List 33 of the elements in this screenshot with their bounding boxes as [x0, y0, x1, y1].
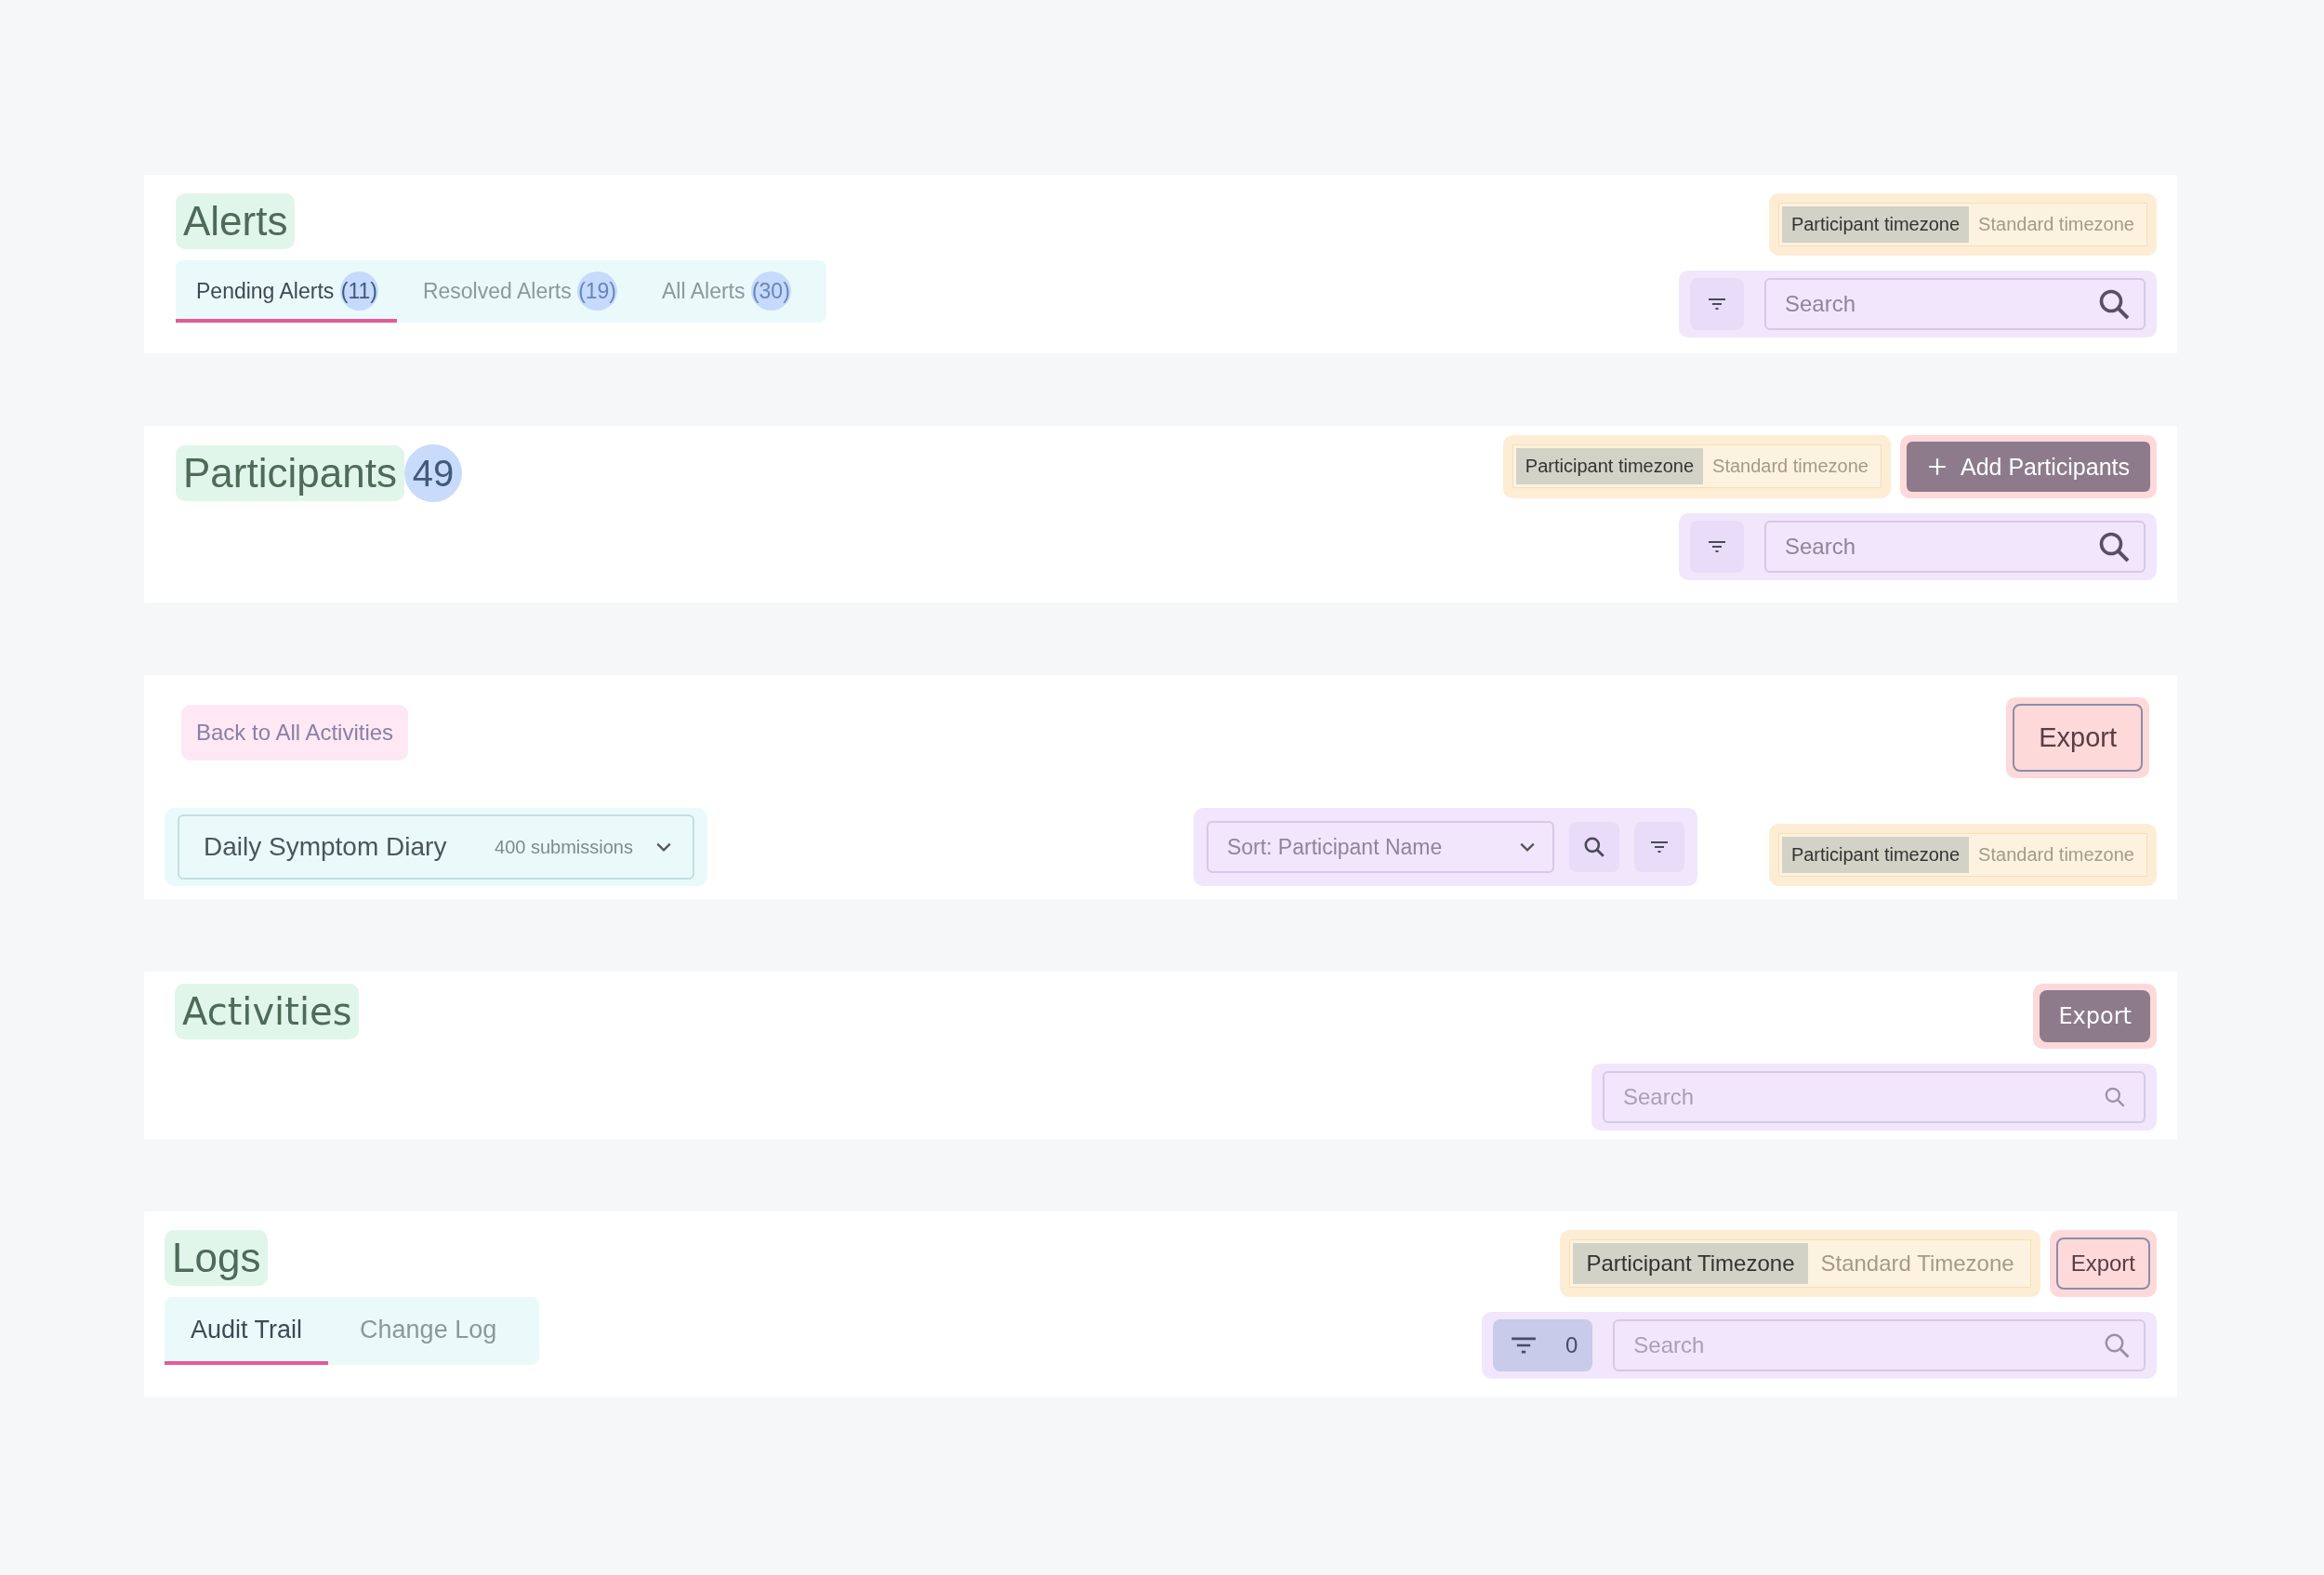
count-badge: 49 [403, 444, 462, 502]
tab[interactable]: Audit Trail [165, 1303, 329, 1365]
activity-dropdown[interactable]: Daily Symptom Diary 400 submissions [178, 814, 694, 880]
timezone-option[interactable]: Standard timezone [1703, 448, 1878, 484]
count-badge: (19) [577, 271, 618, 311]
timezone-option[interactable]: Standard timezone [1969, 206, 2144, 243]
tab[interactable]: Change Log [334, 1303, 523, 1365]
filter-button[interactable]: 0 [1493, 1319, 1593, 1371]
count-badge: (30) [750, 271, 791, 311]
export-button[interactable]: Export [2055, 1238, 2150, 1290]
back-link[interactable]: Back to All Activities [181, 705, 409, 761]
search-field[interactable]: Search [1764, 278, 2146, 330]
export-button[interactable]: Export [2013, 704, 2143, 772]
search-field[interactable]: Search [1764, 521, 2146, 573]
page-title: Logs [165, 1230, 269, 1286]
timezone-option[interactable]: Participant timezone [1781, 206, 1970, 243]
page-title: Participants [176, 445, 404, 501]
page-title: Activities [175, 984, 360, 1039]
timezone-option[interactable]: Participant Timezone [1573, 1243, 1808, 1284]
add-participants-button[interactable]: Add Participants [1906, 442, 2150, 492]
tab[interactable]: All Alerts (30) [641, 266, 810, 323]
count-badge: (11) [339, 271, 378, 311]
timezone-option[interactable]: Participant timezone [1515, 448, 1704, 484]
timezone-option[interactable]: Standard Timezone [1807, 1243, 2027, 1284]
search-field[interactable]: Search [1603, 1071, 2146, 1123]
sort-dropdown[interactable]: Sort: Participant Name [1206, 821, 1554, 873]
timezone-option[interactable]: Standard timezone [1969, 837, 2144, 873]
tab[interactable]: Resolved Alerts (19) [402, 266, 637, 323]
tab[interactable]: Pending Alerts (11) [176, 266, 397, 323]
search-field[interactable]: Search [1613, 1319, 2146, 1371]
timezone-option[interactable]: Participant timezone [1781, 837, 1970, 873]
page-title: Alerts [176, 193, 296, 249]
export-button[interactable]: Export [2040, 990, 2150, 1042]
